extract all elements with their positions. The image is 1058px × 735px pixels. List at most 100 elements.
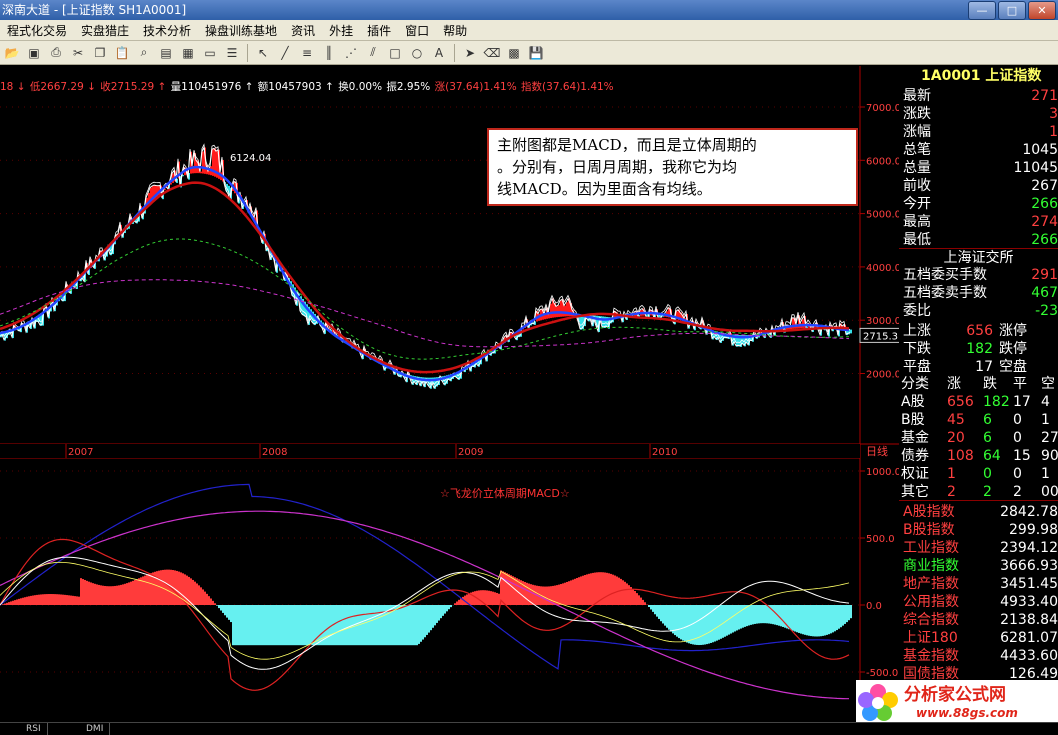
copy-icon[interactable]: ❐ bbox=[90, 43, 110, 63]
tab-rsi[interactable]: RSI bbox=[20, 723, 48, 735]
macd-bar bbox=[246, 605, 248, 645]
macd-bar bbox=[678, 605, 680, 638]
info-item: 18 ↓ bbox=[0, 81, 29, 93]
macd-bar bbox=[548, 586, 550, 605]
macd-bar bbox=[414, 605, 416, 645]
macd-bar bbox=[438, 605, 440, 621]
macd-bar bbox=[486, 590, 488, 605]
macd-bar bbox=[664, 605, 666, 626]
macd-bar bbox=[844, 605, 846, 624]
menu-help[interactable]: 帮助 bbox=[436, 22, 474, 39]
close-button[interactable]: ✕ bbox=[1028, 1, 1056, 20]
paste-icon[interactable]: 📋 bbox=[112, 43, 132, 63]
macd-bar bbox=[710, 605, 712, 643]
breadth-value: 656 bbox=[959, 322, 993, 340]
macd-bar bbox=[34, 595, 36, 605]
list-icon[interactable]: ☰ bbox=[222, 43, 242, 63]
macd-bar bbox=[830, 605, 832, 633]
class-cell: 64 bbox=[983, 447, 1001, 465]
arrow-icon[interactable]: ➤ bbox=[460, 43, 480, 63]
pointer-icon[interactable]: ↖ bbox=[253, 43, 273, 63]
class-header-cell: 涨 bbox=[947, 375, 961, 393]
macd-bar bbox=[560, 584, 562, 605]
price-tick-label: 7000.0 bbox=[866, 103, 901, 114]
rect-icon[interactable]: □ bbox=[385, 43, 405, 63]
macd-bar bbox=[294, 605, 296, 645]
ellipse-icon[interactable]: ○ bbox=[407, 43, 427, 63]
maximize-button[interactable]: □ bbox=[998, 1, 1026, 20]
quote-row-label: 涨幅 bbox=[903, 124, 931, 140]
cut-icon[interactable]: ✂ bbox=[68, 43, 88, 63]
macd-bar bbox=[824, 605, 826, 635]
macd-bar bbox=[572, 580, 574, 605]
menu-window[interactable]: 窗口 bbox=[398, 22, 436, 39]
macd-bar bbox=[800, 605, 802, 634]
menu-plugins[interactable]: 插件 bbox=[360, 22, 398, 39]
macd-bar bbox=[128, 582, 130, 605]
macd-bar bbox=[684, 605, 686, 642]
macd-bar bbox=[96, 584, 98, 605]
annotation-line-2: 。分别有，日周月周期，我称它为均 bbox=[497, 156, 848, 178]
macd-bar bbox=[278, 605, 280, 645]
menu-news[interactable]: 资讯 bbox=[284, 22, 322, 39]
class-cell: 2 bbox=[947, 483, 956, 501]
year-label: 2010 bbox=[652, 447, 677, 458]
eraser-icon[interactable]: ⌫ bbox=[482, 43, 502, 63]
macd-bar bbox=[376, 605, 378, 645]
date-axis bbox=[0, 444, 860, 458]
macd-bar bbox=[822, 605, 824, 636]
order-row-value: 467 bbox=[1031, 284, 1058, 302]
macd-bar bbox=[224, 605, 226, 615]
macd-bar bbox=[374, 605, 376, 645]
menu-live-hunting[interactable]: 实盘猎庄 bbox=[74, 22, 136, 39]
macd-tick-label: 500.0 bbox=[866, 534, 895, 545]
macd-bar bbox=[590, 573, 592, 605]
macd-bar bbox=[568, 581, 570, 605]
macd-bar bbox=[126, 583, 128, 605]
channel-icon[interactable]: ⫽ bbox=[363, 43, 383, 63]
index-row-value: 2842.78 bbox=[1000, 503, 1058, 521]
fan-icon[interactable]: ⋰ bbox=[341, 43, 361, 63]
macd-bar bbox=[364, 605, 366, 645]
macd-bar bbox=[56, 594, 58, 605]
index-row-value: 2394.12 bbox=[1000, 539, 1058, 557]
text-icon[interactable]: A bbox=[429, 43, 449, 63]
print-icon[interactable]: ⎙ bbox=[46, 43, 66, 63]
index-row-value: 4433.60 bbox=[1000, 647, 1058, 665]
index-row-value: 4933.40 bbox=[1000, 593, 1058, 611]
macd-bar bbox=[792, 605, 794, 631]
window-icon[interactable]: ▭ bbox=[200, 43, 220, 63]
open-icon[interactable]: 📂 bbox=[2, 43, 22, 63]
macd-bar bbox=[238, 605, 240, 645]
menu-technical-analysis[interactable]: 技术分析 bbox=[136, 22, 198, 39]
find-icon[interactable]: ⌕ bbox=[134, 43, 154, 63]
disk-icon[interactable]: 💾 bbox=[526, 43, 546, 63]
bars-icon[interactable]: ║ bbox=[319, 43, 339, 63]
macd-bar bbox=[80, 578, 82, 605]
tab-dmi[interactable]: DMI bbox=[80, 723, 110, 735]
menu-training-base[interactable]: 操盘训练基地 bbox=[198, 22, 284, 39]
macd-bar bbox=[838, 605, 840, 629]
minimize-button[interactable]: — bbox=[968, 1, 996, 20]
info-item: 换0.00% bbox=[338, 81, 385, 93]
macd-bar bbox=[296, 605, 298, 645]
grid-icon[interactable]: ▦ bbox=[178, 43, 198, 63]
macd-bar bbox=[242, 605, 244, 645]
macd-bar bbox=[704, 605, 706, 645]
macd-bar bbox=[730, 605, 732, 634]
macd-bar bbox=[614, 576, 616, 605]
trend-icon[interactable]: ≡ bbox=[297, 43, 317, 63]
save-icon[interactable]: ▣ bbox=[24, 43, 44, 63]
macd-bar bbox=[282, 605, 284, 645]
line-icon[interactable]: ╱ bbox=[275, 43, 295, 63]
macd-bar bbox=[110, 586, 112, 605]
macd-bar bbox=[268, 605, 270, 645]
macd-bar bbox=[648, 605, 650, 607]
chart-icon[interactable]: ▤ bbox=[156, 43, 176, 63]
macd-bar bbox=[608, 573, 610, 605]
macd-bar bbox=[702, 605, 704, 645]
macd-bar bbox=[812, 605, 814, 636]
menu-plugins-external[interactable]: 外挂 bbox=[322, 22, 360, 39]
menu-programmatic-trading[interactable]: 程式化交易 bbox=[0, 22, 74, 39]
palette-icon[interactable]: ▩ bbox=[504, 43, 524, 63]
